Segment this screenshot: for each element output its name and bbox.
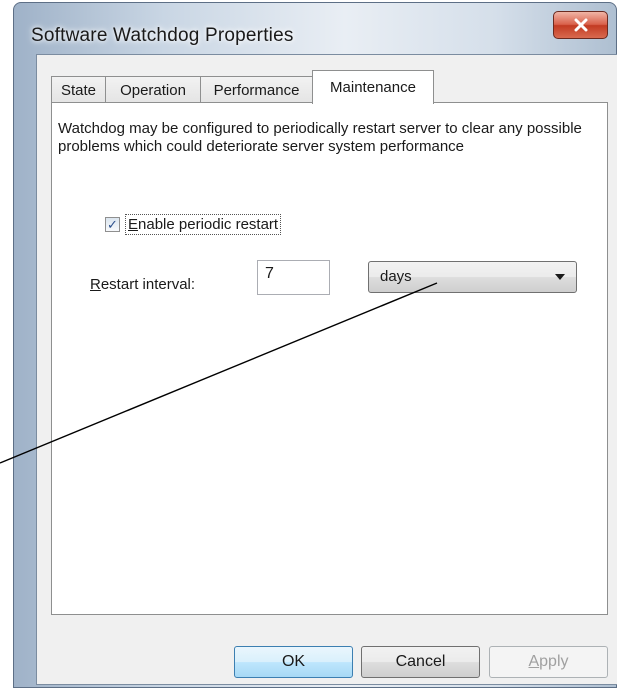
dropdown-selected-value: days xyxy=(380,268,412,285)
close-icon xyxy=(574,18,587,32)
chevron-down-icon xyxy=(555,274,565,280)
label-text: nable periodic restart xyxy=(138,216,279,233)
dialog-window: Software Watchdog Properties State Opera… xyxy=(13,2,617,688)
window-title: Software Watchdog Properties xyxy=(31,25,294,46)
tab-label: Operation xyxy=(120,81,186,99)
close-button[interactable] xyxy=(553,11,608,39)
label-text: estart interval: xyxy=(100,276,196,293)
tab-state[interactable]: State xyxy=(51,76,106,103)
interval-unit-dropdown[interactable]: days xyxy=(368,261,577,293)
button-label: Apply xyxy=(528,653,568,671)
checkmark-icon: ✓ xyxy=(107,217,118,232)
mnemonic-letter: R xyxy=(90,276,101,293)
mnemonic-letter: E xyxy=(128,216,139,233)
maintenance-description: Watchdog may be configured to periodical… xyxy=(58,120,582,155)
input-value: 7 xyxy=(265,265,274,282)
button-label: OK xyxy=(281,653,306,670)
enable-periodic-restart-label[interactable]: Enable periodic restart xyxy=(125,214,282,235)
tab-label: Performance xyxy=(213,81,300,99)
tab-maintenance[interactable]: Maintenance xyxy=(312,70,434,104)
tab-performance[interactable]: Performance xyxy=(200,76,313,103)
mnemonic-letter: A xyxy=(528,653,540,670)
maintenance-panel xyxy=(51,102,608,615)
cancel-button[interactable]: Cancel xyxy=(361,646,480,678)
button-label: Cancel xyxy=(395,653,446,670)
label-text: pply xyxy=(539,653,569,670)
tab-label: State xyxy=(60,81,97,99)
tab-operation[interactable]: Operation xyxy=(105,76,201,103)
dialog-client-area: State Operation Performance Maintenance … xyxy=(36,54,617,685)
enable-periodic-restart-checkbox[interactable]: ✓ xyxy=(105,217,120,232)
restart-interval-input[interactable]: 7 xyxy=(257,260,330,295)
restart-interval-label: Restart interval: xyxy=(90,276,195,293)
apply-button[interactable]: Apply xyxy=(489,646,608,678)
ok-button[interactable]: OK xyxy=(234,646,353,678)
tab-label: Maintenance xyxy=(330,79,416,96)
